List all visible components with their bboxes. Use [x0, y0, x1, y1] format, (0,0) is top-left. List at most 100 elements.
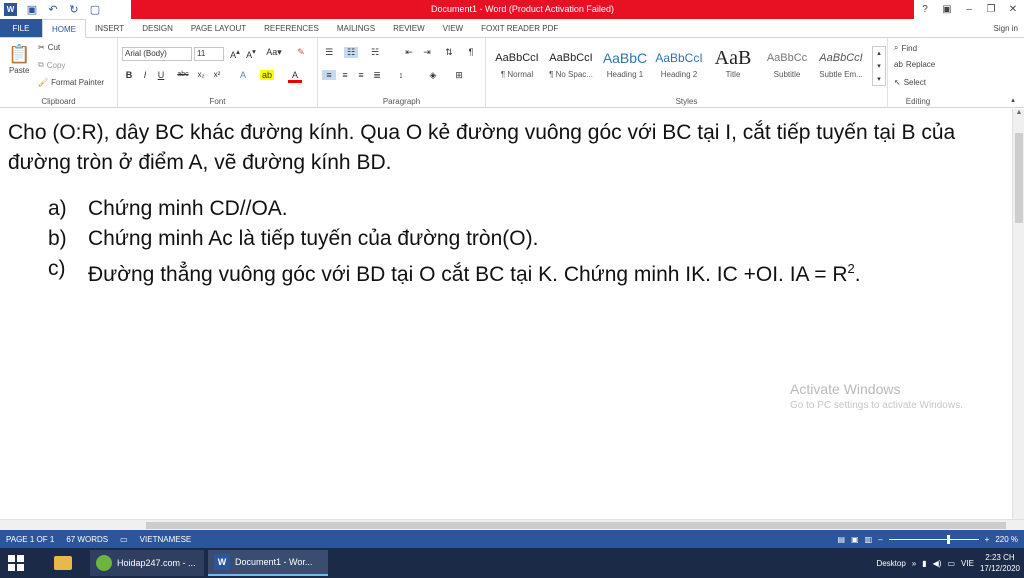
- find-button[interactable]: ⌕ Find: [894, 43, 917, 53]
- tab-page-layout[interactable]: PAGE LAYOUT: [182, 19, 255, 37]
- change-case-icon[interactable]: Aa▾: [264, 47, 284, 58]
- multilevel-list-icon[interactable]: ☵: [368, 47, 382, 58]
- list-item[interactable]: c) Đường thẳng vuông góc với BD tại O cắ…: [48, 254, 1008, 290]
- styles-scroll-icon[interactable]: ▴ ▾ ▾: [872, 46, 886, 86]
- increase-indent-icon[interactable]: ⇥: [420, 47, 434, 58]
- shading-icon[interactable]: ◈: [426, 70, 440, 81]
- proofing-icon[interactable]: ▭: [114, 535, 134, 544]
- list-item[interactable]: a) Chứng minh CD//OA.: [48, 194, 1008, 224]
- subscript-icon[interactable]: x₂: [194, 70, 208, 79]
- style-subtitle[interactable]: AaBbCc Subtitle: [760, 46, 814, 86]
- help-button[interactable]: ?: [914, 0, 936, 19]
- zoom-in-icon[interactable]: +: [985, 535, 990, 544]
- grow-font-icon[interactable]: A▴: [228, 47, 242, 60]
- scroll-up-icon[interactable]: ▲: [1013, 109, 1024, 121]
- select-button[interactable]: ↖ Select: [894, 78, 926, 87]
- cut-button[interactable]: ✂ Cut: [38, 43, 60, 52]
- style-heading-2[interactable]: AaBbCcI Heading 2: [652, 46, 706, 86]
- horizontal-scrollbar[interactable]: [0, 519, 1024, 530]
- zoom-slider[interactable]: [888, 534, 979, 544]
- paste-button[interactable]: 📋 Paste: [8, 44, 30, 75]
- font-color-icon[interactable]: A: [288, 70, 302, 83]
- clock[interactable]: 2:23 CH 17/12/2020: [980, 552, 1020, 574]
- show-marks-icon[interactable]: ¶: [464, 47, 478, 57]
- read-mode-icon[interactable]: ▤: [838, 535, 846, 544]
- replace-button[interactable]: ab Replace: [894, 60, 935, 69]
- borders-icon[interactable]: ⊞: [452, 70, 466, 81]
- web-layout-icon[interactable]: ▥: [865, 535, 873, 544]
- save-icon[interactable]: ▣: [26, 4, 38, 16]
- window-controls: ? ▣ – ❐ ✕: [914, 0, 1024, 19]
- style-heading-1[interactable]: AaBbC Heading 1: [598, 46, 652, 86]
- font-size-select[interactable]: 11: [194, 47, 224, 61]
- style-no-spacing[interactable]: AaBbCcI ¶ No Spac...: [544, 46, 598, 86]
- new-document-icon[interactable]: ▢: [89, 4, 101, 16]
- italic-icon[interactable]: I: [138, 70, 152, 80]
- tab-design[interactable]: DESIGN: [133, 19, 182, 37]
- style-title[interactable]: AaB Title: [706, 46, 760, 86]
- undo-icon[interactable]: ↶: [47, 4, 59, 16]
- align-left-icon[interactable]: ≡: [322, 70, 336, 80]
- desktop-toolbar[interactable]: Desktop: [876, 559, 905, 568]
- taskbar-item-browser[interactable]: Hoidap247.com - ...: [90, 550, 204, 576]
- input-language[interactable]: VIE: [961, 559, 974, 568]
- brush-icon: 🖌: [38, 78, 49, 87]
- align-center-icon[interactable]: ≡: [338, 70, 352, 80]
- notification-icon[interactable]: ▭: [947, 559, 955, 568]
- justify-icon[interactable]: ≣: [370, 70, 384, 81]
- tab-view[interactable]: VIEW: [434, 19, 472, 37]
- style-subtle-emphasis[interactable]: AaBbCcI Subtle Em...: [814, 46, 868, 86]
- line-spacing-icon[interactable]: ↕: [394, 70, 408, 80]
- bullets-icon[interactable]: ☰: [322, 47, 336, 58]
- zoom-level[interactable]: 220 %: [995, 535, 1018, 544]
- zoom-out-icon[interactable]: –: [878, 535, 882, 544]
- font-family-select[interactable]: Arial (Body): [122, 47, 192, 61]
- tab-insert[interactable]: INSERT: [86, 19, 133, 37]
- strikethrough-icon[interactable]: abc: [174, 71, 192, 78]
- underline-icon[interactable]: U: [154, 70, 168, 80]
- network-icon[interactable]: ▮: [922, 559, 926, 568]
- zoom-knob[interactable]: [946, 534, 950, 544]
- shrink-font-icon[interactable]: A▾: [244, 47, 258, 60]
- vertical-scrollbar[interactable]: ▲: [1012, 109, 1024, 519]
- redo-icon[interactable]: ↻: [68, 4, 80, 16]
- print-layout-icon[interactable]: ▣: [851, 535, 859, 544]
- highlight-icon[interactable]: ab: [260, 70, 274, 80]
- volume-icon[interactable]: ◀): [933, 559, 942, 568]
- format-painter-button[interactable]: 🖌 Format Painter: [38, 78, 104, 87]
- document-list[interactable]: a) Chứng minh CD//OA. b) Chứng minh Ac l…: [48, 194, 1008, 290]
- list-item[interactable]: b) Chứng minh Ac là tiếp tuyến của đường…: [48, 224, 1008, 254]
- numbering-icon[interactable]: ☷: [344, 47, 358, 58]
- close-button[interactable]: ✕: [1002, 0, 1024, 19]
- decrease-indent-icon[interactable]: ⇤: [402, 47, 416, 58]
- word-count[interactable]: 67 WORDS: [60, 535, 114, 544]
- language-indicator[interactable]: VIETNAMESE: [134, 535, 198, 544]
- copy-button[interactable]: ⧉ Copy: [38, 60, 65, 70]
- file-explorer-icon[interactable]: [48, 550, 78, 576]
- tab-references[interactable]: REFERENCES: [255, 19, 328, 37]
- sort-icon[interactable]: ⇅: [442, 47, 456, 58]
- windows-start-icon[interactable]: [8, 555, 24, 571]
- style-normal[interactable]: AaBbCcI ¶ Normal: [490, 46, 544, 86]
- text-effects-icon[interactable]: A: [236, 70, 250, 80]
- page-count[interactable]: PAGE 1 OF 1: [0, 535, 60, 544]
- align-right-icon[interactable]: ≡: [354, 70, 368, 80]
- minimize-button[interactable]: –: [958, 0, 980, 19]
- superscript-icon[interactable]: x²: [210, 70, 224, 79]
- scroll-thumb[interactable]: [1015, 133, 1023, 223]
- document-paragraph[interactable]: Cho (O:R), dây BC khác đường kính. Qua O…: [8, 118, 1008, 178]
- sign-in-link[interactable]: Sign in: [994, 19, 1018, 38]
- tab-review[interactable]: REVIEW: [384, 19, 434, 37]
- ribbon-display-button[interactable]: ▣: [936, 0, 958, 19]
- tab-file[interactable]: FILE: [0, 19, 42, 37]
- clear-formatting-icon[interactable]: ✎: [294, 47, 308, 58]
- collapse-ribbon-icon[interactable]: ▴: [1006, 96, 1020, 104]
- tray-expand-icon[interactable]: »: [912, 559, 916, 568]
- restore-button[interactable]: ❐: [980, 0, 1002, 19]
- tab-foxit-reader-pdf[interactable]: FOXIT READER PDF: [472, 19, 567, 37]
- tab-home[interactable]: HOME: [42, 19, 86, 38]
- taskbar-item-word[interactable]: W Document1 - Wor...: [208, 550, 328, 576]
- bold-icon[interactable]: B: [122, 70, 136, 80]
- tab-mailings[interactable]: MAILINGS: [328, 19, 384, 37]
- scroll-thumb[interactable]: [146, 522, 1006, 529]
